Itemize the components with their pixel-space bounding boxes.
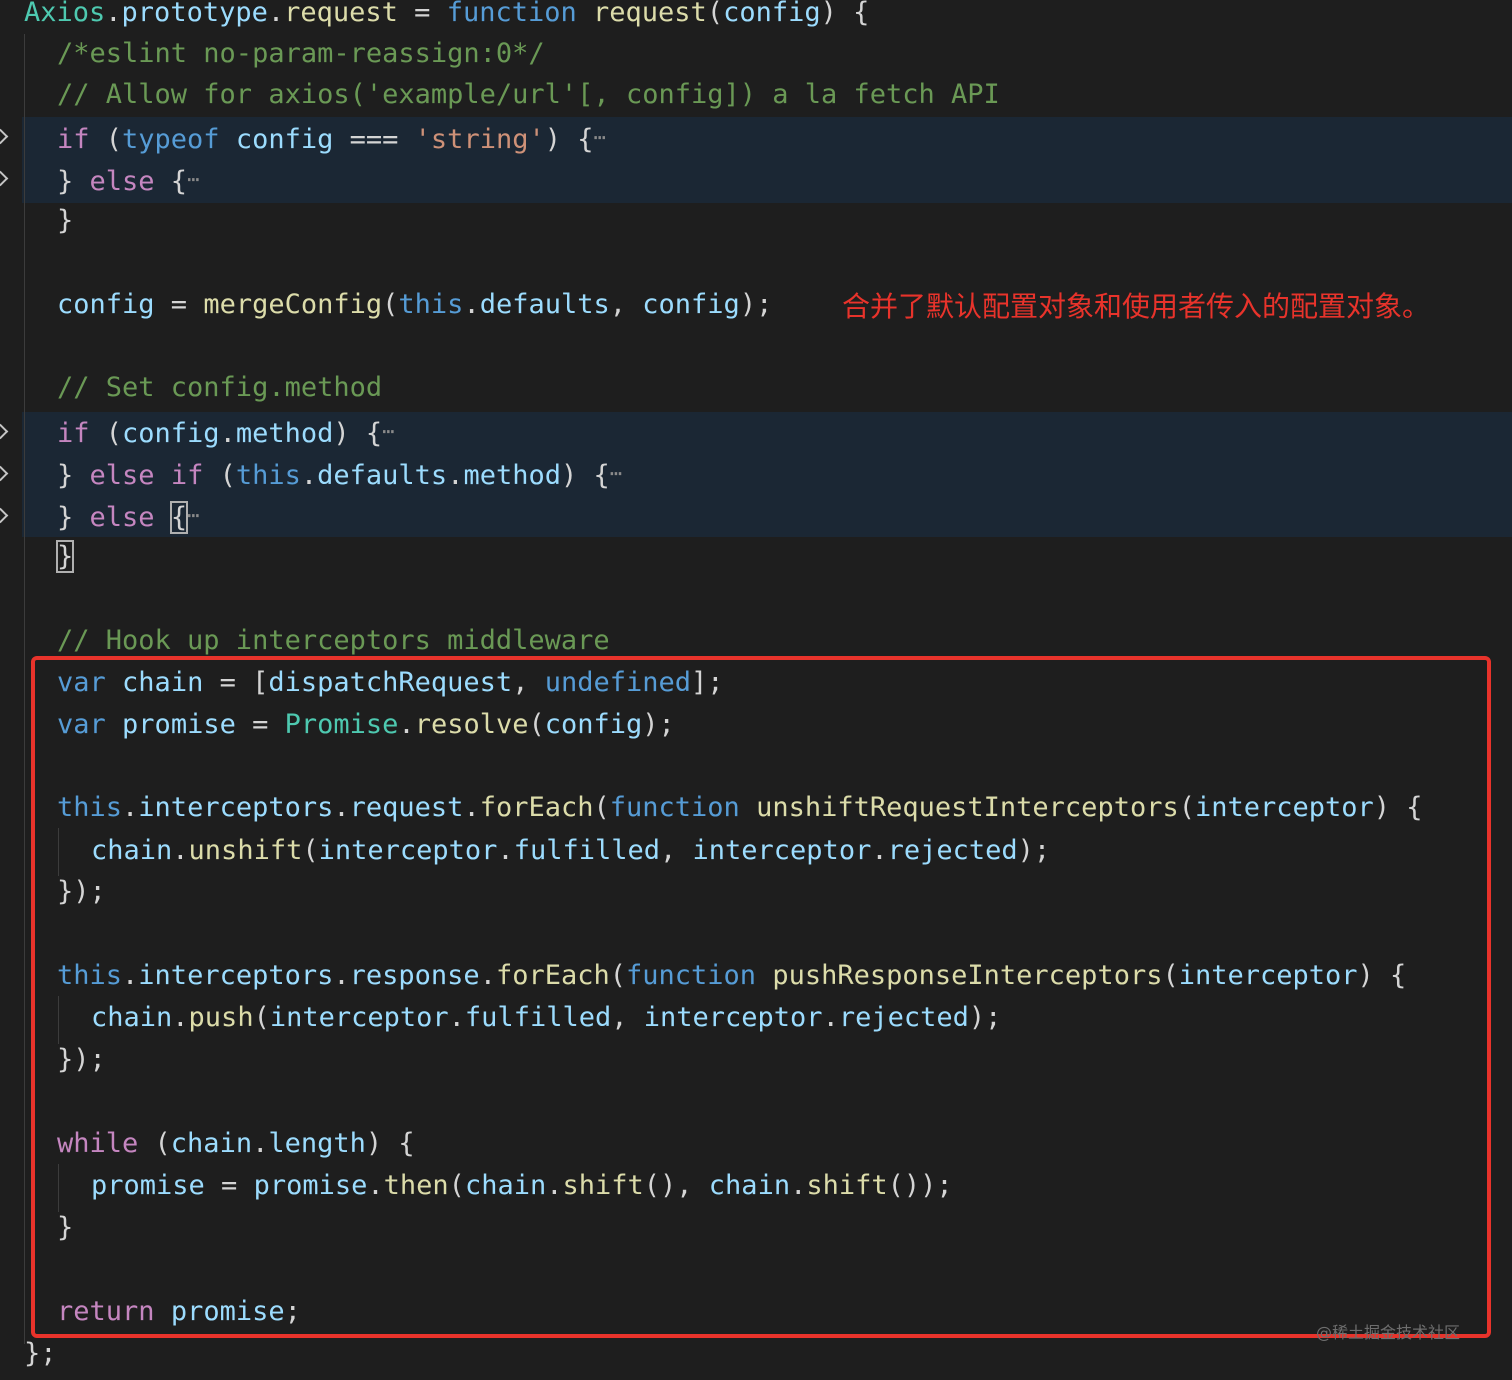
code-line[interactable]: } xyxy=(57,200,73,242)
token: } xyxy=(57,205,74,236)
token: else xyxy=(89,460,155,491)
token: function xyxy=(446,0,577,28)
code-line[interactable]: if (typeof config === 'string') {⋯ xyxy=(57,116,606,158)
token: if xyxy=(57,124,90,155)
chevron-right-icon[interactable] xyxy=(0,507,9,524)
token: . xyxy=(267,0,285,28)
token: = xyxy=(154,289,204,320)
token: prototype xyxy=(121,0,268,28)
token: ) { xyxy=(333,418,383,449)
token: . xyxy=(219,418,236,449)
fold-placeholder[interactable]: ⋯ xyxy=(610,461,622,485)
token: if xyxy=(170,460,204,491)
fold-placeholder[interactable]: ⋯ xyxy=(187,503,199,527)
indent-guide xyxy=(24,34,25,1344)
code-editor[interactable]: Axios.prototype.request = function reque… xyxy=(0,0,1512,1380)
comment: /*eslint no-param-reassign:0*/ xyxy=(57,38,545,69)
token: defaults xyxy=(317,460,448,491)
token: . xyxy=(105,0,122,28)
token: { xyxy=(154,166,188,197)
token: typeof xyxy=(122,124,220,155)
code-line[interactable]: Axios.prototype.request = function reque… xyxy=(24,0,869,34)
token: }; xyxy=(24,1338,57,1369)
chevron-right-icon[interactable] xyxy=(0,128,9,145)
fold-placeholder[interactable]: ⋯ xyxy=(187,167,199,191)
token: ); xyxy=(739,289,773,320)
token: . xyxy=(447,460,464,491)
chevron-right-icon[interactable] xyxy=(0,423,9,440)
token: this xyxy=(235,460,301,491)
token: } xyxy=(57,166,90,197)
token: config xyxy=(57,289,155,320)
token: config xyxy=(122,418,220,449)
code-line[interactable]: } else if (this.defaults.method) {⋯ xyxy=(57,452,622,494)
token: this xyxy=(398,289,464,320)
token: === xyxy=(333,124,415,155)
code-line[interactable]: } else {⋯ xyxy=(57,158,199,200)
matched-bracket: } xyxy=(55,540,75,573)
comment: // Allow for axios('example/url'[, confi… xyxy=(57,79,1000,110)
token: config xyxy=(642,289,740,320)
token: , xyxy=(609,289,643,320)
token: ) { xyxy=(544,124,594,155)
token: Axios xyxy=(24,0,106,28)
watermark: @稀土掘金技术社区 xyxy=(1316,1323,1461,1342)
fold-placeholder[interactable]: ⋯ xyxy=(382,419,394,443)
token: if xyxy=(57,418,90,449)
code-line[interactable]: } xyxy=(55,536,75,578)
chevron-right-icon[interactable] xyxy=(0,170,9,187)
token: ) { xyxy=(820,0,870,28)
comment: // Set config.method xyxy=(57,372,383,403)
token: config xyxy=(723,0,821,28)
token: . xyxy=(300,460,318,491)
code-line[interactable]: // Allow for axios('example/url'[, confi… xyxy=(57,74,1000,116)
token: ( xyxy=(706,0,724,28)
token: ( xyxy=(89,124,123,155)
token: } xyxy=(57,460,90,491)
token: defaults xyxy=(479,289,610,320)
token: request xyxy=(593,0,707,28)
code-line[interactable]: config = mergeConfig(this.defaults, conf… xyxy=(57,284,772,326)
token: . xyxy=(463,289,480,320)
annotation-text: 合并了默认配置对象和使用者传入的配置对象。 xyxy=(842,290,1431,323)
token: else xyxy=(89,502,155,533)
token: config xyxy=(235,124,334,155)
token: ( xyxy=(89,418,123,449)
token: else xyxy=(89,166,155,197)
token: ( xyxy=(203,460,236,491)
code-line[interactable]: if (config.method) {⋯ xyxy=(57,410,394,452)
code-line[interactable]: /*eslint no-param-reassign:0*/ xyxy=(57,33,545,75)
token: ) { xyxy=(561,460,610,491)
token: } xyxy=(57,502,90,533)
token: method xyxy=(463,460,561,491)
matched-bracket: { xyxy=(169,501,189,534)
token: = xyxy=(397,0,447,28)
token: request xyxy=(284,0,398,28)
token: mergeConfig xyxy=(203,289,383,320)
code-line[interactable]: }; xyxy=(24,1333,57,1375)
token: 'string' xyxy=(414,124,545,155)
token: ( xyxy=(382,289,399,320)
code-line[interactable]: // Set config.method xyxy=(57,367,382,409)
fold-placeholder[interactable]: ⋯ xyxy=(594,125,606,149)
chevron-right-icon[interactable] xyxy=(0,465,9,482)
token: method xyxy=(235,418,334,449)
highlight-box xyxy=(31,656,1491,1338)
code-line[interactable]: } else {⋯ xyxy=(57,494,199,536)
comment: // Hook up interceptors middleware xyxy=(57,625,610,656)
